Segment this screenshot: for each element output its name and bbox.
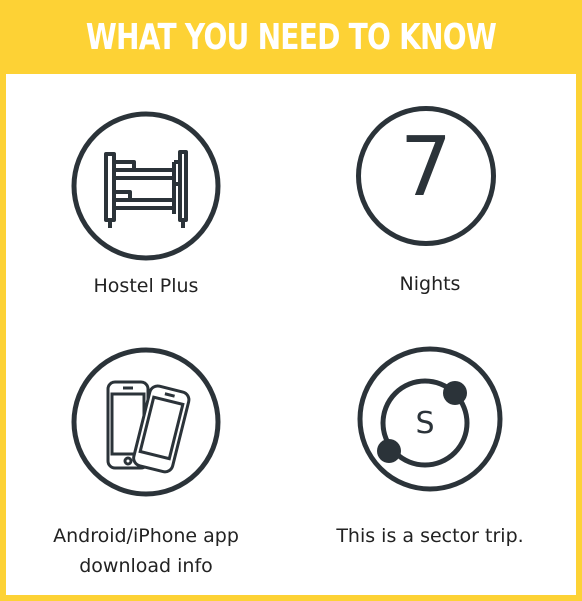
page-title: WHAT YOU NEED TO KNOW: [85, 16, 497, 58]
item-label: This is a sector trip.: [336, 525, 524, 547]
bunk-bed-icon: [71, 111, 221, 261]
item-label: Nights: [399, 273, 461, 295]
header-banner: WHAT YOU NEED TO KNOW: [0, 0, 582, 74]
info-card: [0, 0, 582, 601]
item-label-line1: Android/iPhone app: [53, 525, 239, 547]
smartphones-icon: [71, 347, 221, 497]
item-label-line2: download info: [79, 555, 213, 577]
sector-letter: S: [415, 406, 435, 441]
item-label: Hostel Plus: [93, 275, 199, 297]
nights-count: 7: [399, 120, 453, 215]
